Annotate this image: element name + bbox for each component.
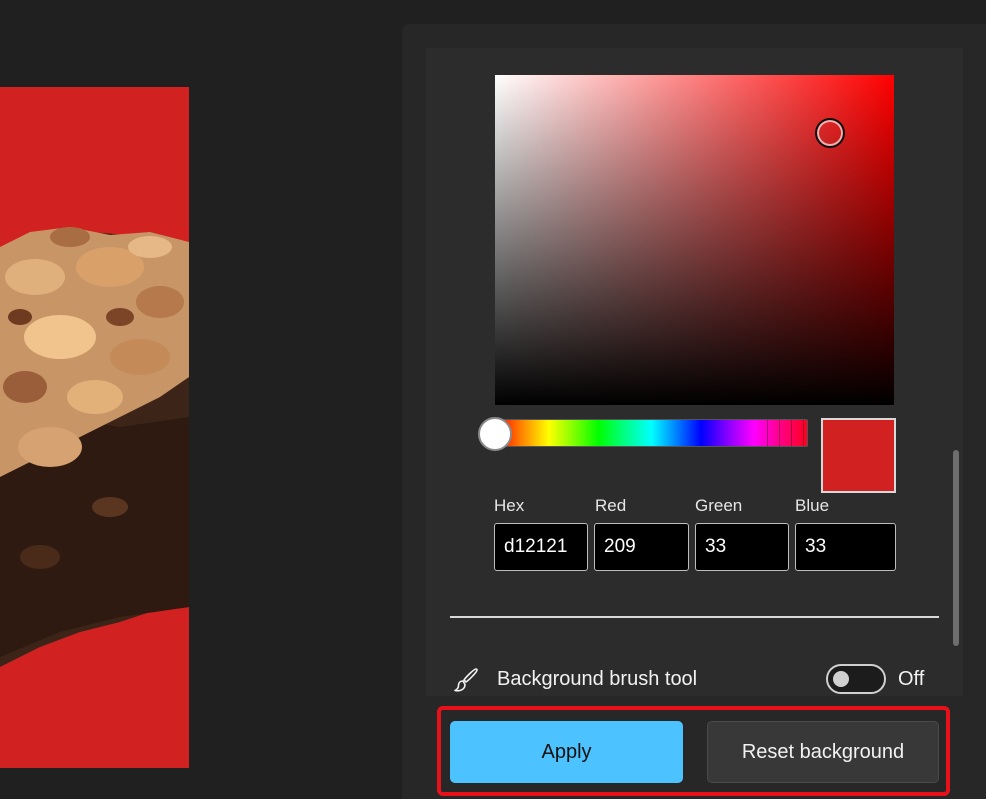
blue-input[interactable] [795, 523, 896, 571]
green-input[interactable] [695, 523, 789, 571]
red-label: Red [595, 496, 627, 515]
brownie-image [0, 87, 189, 768]
reset-background-button[interactable]: Reset background [707, 721, 939, 783]
green-label: Green [695, 496, 743, 515]
color-preview-swatch [821, 418, 896, 493]
apply-button[interactable]: Apply [450, 721, 683, 783]
blue-label: Blue [795, 496, 830, 515]
brush-tool-toggle[interactable] [826, 664, 886, 694]
hex-input[interactable] [494, 523, 588, 571]
panel-scrollbar[interactable] [953, 450, 959, 646]
toggle-knob [833, 671, 849, 687]
brush-tool-label: Background brush tool [497, 668, 698, 690]
section-divider [450, 616, 939, 618]
toggle-state-label: Off [898, 668, 925, 690]
hue-slider-ticks [756, 420, 807, 446]
editor-window: Hex Red Green Blue Background brush tool… [0, 0, 986, 799]
red-input[interactable] [594, 523, 689, 571]
canvas-image[interactable] [0, 87, 189, 768]
spectrum-handle[interactable] [815, 118, 845, 148]
paintbrush-icon [452, 666, 480, 694]
hex-label: Hex [494, 496, 525, 515]
hue-slider-thumb[interactable] [478, 417, 512, 451]
